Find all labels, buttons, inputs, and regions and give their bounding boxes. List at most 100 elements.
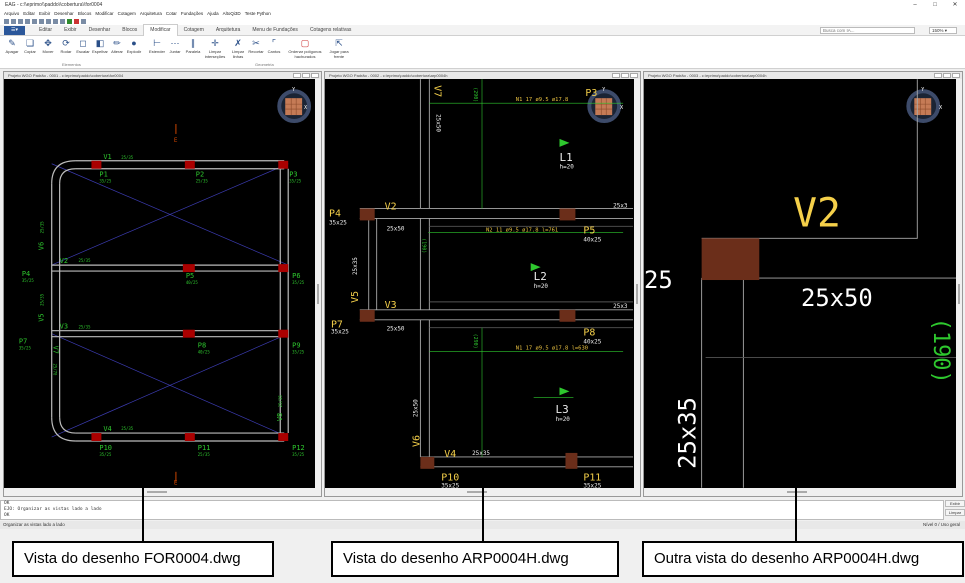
limpar-linhas-button[interactable]: ✗ Limpar linhas [229,38,247,59]
section-marker-bottom: E [174,480,178,487]
undo-icon[interactable] [25,18,30,24]
menu-arquitetura[interactable]: Arquitetura [140,10,162,17]
redo-icon[interactable] [32,18,37,24]
pillar-p11: P11 [198,444,211,452]
drawing-canvas-3[interactable]: Y X V2 25x50 25x35 (190) 25 [644,79,962,488]
menu-desenhar[interactable]: Desenhar [54,10,74,17]
vp-maximize-button[interactable] [621,73,629,78]
tab-modificar[interactable]: Modificar [143,24,178,36]
drawing-canvas-1[interactable]: Y X E E V1 25/35 V2 25/35 V3 25/35 V4 25… [4,79,321,488]
menu-teste-python[interactable]: Teste Python [245,10,271,17]
apagar-button[interactable]: ✎ Apagar [3,38,21,54]
print-icon[interactable] [81,18,86,24]
viewport1-title: Projeto WGO Padrão - 0001 - c:\eprimo\pa… [8,73,124,78]
copiar-button[interactable]: ❏ Copiar [21,38,39,54]
limpar-intersecoes-button[interactable]: ✛ Limpar interseções [203,38,227,59]
menu-cotar[interactable]: Cotar [166,10,177,17]
recortar-button[interactable]: ✂ Recortar [247,38,265,54]
search-input[interactable]: Busca com IA... [820,27,915,34]
tab-menu-fundacoes[interactable]: Menu de Fundações [246,25,304,36]
minimize-button[interactable]: – [905,0,925,10]
view-cube-icon[interactable]: Y X [277,87,312,124]
open-icon[interactable] [11,18,16,24]
viewport-arp0004h[interactable]: Projeto WGO Padrão - 0002 - c:\eprimo\pa… [324,71,641,497]
horizontal-scrollbar[interactable] [4,488,321,496]
status-left: Organizar as vistas lado a lado [3,522,65,527]
menu-modificar[interactable]: Modificar [95,10,113,17]
vp-minimize-button[interactable] [612,73,620,78]
tab-arquitetura[interactable]: Arquitetura [210,25,246,36]
estender-button[interactable]: ⊢ Estender [148,38,166,54]
vertical-scrollbar[interactable] [634,79,640,488]
paralela-button[interactable]: ∥ Paralela [184,38,202,54]
vp-maximize-button[interactable] [302,73,310,78]
beam-v4: V4 [444,449,456,460]
view-cube-icon[interactable]: Y X [906,87,942,124]
vp-maximize-button[interactable] [943,73,951,78]
espelhar-button[interactable]: ◧ Espelhar [91,38,109,54]
paralela-label: Paralela [185,49,201,54]
callout-arp0004h: Vista do desenho ARP0004H.dwg [331,541,619,577]
close-button[interactable]: ✕ [945,0,965,10]
cut-icon[interactable] [39,18,44,24]
properties-icon[interactable] [60,18,65,24]
beam-v4-size: 25x35 [472,450,490,457]
beam-v1-size: 25/35 [121,155,134,160]
vp-minimize-button[interactable] [934,73,942,78]
menu-fundacoes[interactable]: Fundações [181,10,203,17]
maximize-button[interactable]: □ [925,0,945,10]
pillar-p10-size: 35/25 [99,452,112,457]
menu-arquivo[interactable]: Arquivo [4,10,19,17]
viewport-for0004[interactable]: Projeto WGO Padrão - 0001 - c:\eprimo\pa… [3,71,322,497]
beam-v6: V6 [411,435,422,447]
new-icon[interactable] [4,18,9,24]
menu-blocos[interactable]: Blocos [78,10,92,17]
rodar-button[interactable]: ⟳ Rodar [57,38,75,54]
tab-desenhar[interactable]: Desenhar [83,25,117,36]
tab-editar[interactable]: Editar [33,25,58,36]
ordenar-poligonos-button[interactable]: ▢ Ordenar polígonos hachurados [284,38,326,59]
compass-y: Y [602,87,605,93]
check-icon[interactable] [67,18,72,24]
status-right: Nível 0 / Uso geral [922,522,960,527]
tab-exibir[interactable]: Exibir [58,25,83,36]
alterar-button[interactable]: ✏ Alterar [108,38,126,54]
extend-icon: ⊢ [153,38,161,48]
vertical-scrollbar[interactable] [315,79,321,488]
zoom-select[interactable]: 150% ▾ [929,27,957,34]
vp-close-button[interactable] [311,73,319,78]
menu-cotagem[interactable]: Cotagem [118,10,136,17]
copy-icon[interactable] [46,18,51,24]
command-clear-button[interactable]: Limpar [945,509,965,516]
menu-editar[interactable]: Editar [23,10,35,17]
vp-close-button[interactable] [952,73,960,78]
escalar-label: Escalar [76,49,90,54]
explodir-button[interactable]: ● Explodir [125,38,143,54]
menu-ajuda[interactable]: Ajuda [207,10,219,17]
command-exec-button[interactable]: Exibir [945,500,965,507]
mover-button[interactable]: ✥ Mover [39,38,57,54]
vp-minimize-button[interactable] [293,73,301,78]
escalar-button[interactable]: ◻ Escalar [74,38,92,54]
viewport2-title: Projeto WGO Padrão - 0002 - c:\eprimo\pa… [329,73,448,78]
slab-l2: L2 [534,270,547,283]
menu-exibir[interactable]: Exibir [39,10,50,17]
pillar-p5: P5 [186,272,194,280]
menu-altoqi3d[interactable]: AltoQi3D [223,10,241,17]
cancel-icon[interactable] [74,18,79,24]
paste-icon[interactable] [53,18,58,24]
vp-close-button[interactable] [630,73,638,78]
horizontal-scrollbar[interactable] [644,488,962,496]
pillar-p6: P6 [292,272,300,280]
cantos-button[interactable]: ⌜ Cantos [265,38,283,54]
drawing-canvas-2[interactable]: Y X P4 V2 P3 P5 V3 P7 P8 V5 V6 V7 V4 P10… [325,79,640,488]
file-tab[interactable]: ☰▾ [4,25,25,35]
jogar-para-frente-button[interactable]: ⇱ Jogar para frente [328,38,350,59]
viewport-arp0004h-zoom[interactable]: Projeto WGO Padrão - 0003 - c:\eprimo\pa… [643,71,963,497]
tab-blocos[interactable]: Blocos [116,25,143,36]
vertical-scrollbar[interactable] [956,79,962,488]
tab-cotagem[interactable]: Cotagem [178,25,210,36]
save-icon[interactable] [18,18,23,24]
tab-cotagens-relativas[interactable]: Cotagens relativas [304,25,357,36]
juntar-button[interactable]: ⋯ Juntar [166,38,184,54]
